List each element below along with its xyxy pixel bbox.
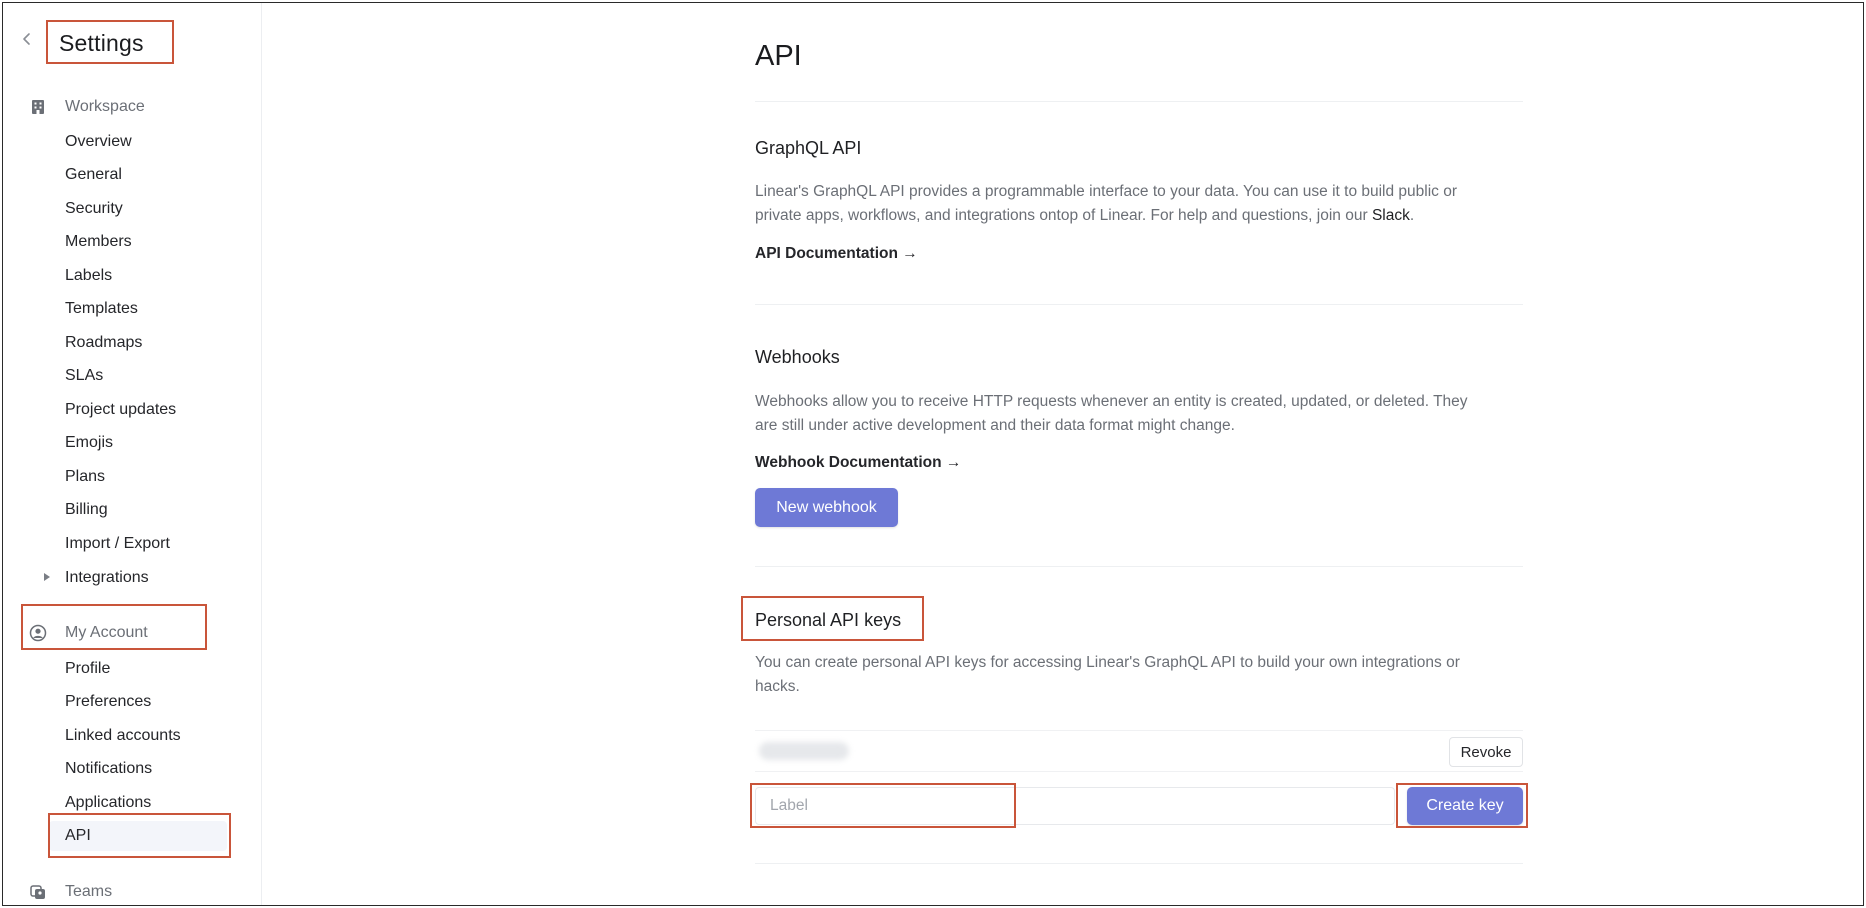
sidebar-item-slas[interactable]: SLAs (49, 361, 227, 391)
teams-header-label: Teams (65, 883, 113, 900)
main-content: API GraphQL API Linear's GraphQL API pro… (262, 3, 1863, 905)
divider (755, 566, 1523, 567)
webhooks-desc-line1: Webhooks allow you to receive HTTP reque… (755, 393, 1468, 410)
settings-title: Settings (59, 30, 144, 56)
app-window: Settings Workspace Overview General Secu… (2, 2, 1864, 906)
webhooks-section-title: Webhooks (755, 347, 840, 367)
sidebar-item-billing[interactable]: Billing (49, 495, 227, 525)
redacted-key-name (759, 742, 849, 760)
new-webhook-button[interactable]: New webhook (755, 488, 898, 527)
divider (755, 101, 1523, 102)
sidebar-item-notifications[interactable]: Notifications (49, 754, 227, 784)
workspace-header-label: Workspace (65, 98, 145, 115)
sidebar-item-integrations[interactable]: Integrations (49, 563, 227, 593)
sidebar-item-general[interactable]: General (49, 160, 227, 190)
graphql-desc-line2: private apps, workflows, and integration… (755, 204, 1525, 228)
create-key-button[interactable]: Create key (1407, 787, 1523, 825)
divider (755, 863, 1523, 864)
revoke-button[interactable]: Revoke (1449, 737, 1523, 767)
personal-keys-description: You can create personal API keys for acc… (755, 651, 1525, 699)
graphql-description: Linear's GraphQL API provides a programm… (755, 180, 1525, 228)
workspace-header: Workspace (29, 95, 145, 119)
graphql-desc-line1: Linear's GraphQL API provides a programm… (755, 183, 1458, 200)
my-account-header-label: My Account (65, 624, 148, 641)
sidebar-item-roadmaps[interactable]: Roadmaps (49, 328, 227, 358)
sidebar-item-overview[interactable]: Overview (49, 127, 227, 157)
sidebar-item-applications[interactable]: Applications (49, 788, 227, 818)
settings-sidebar: Settings Workspace Overview General Secu… (3, 3, 262, 905)
sidebar-item-templates[interactable]: Templates (49, 294, 227, 324)
personal-keys-desc-line1: You can create personal API keys for acc… (755, 654, 1460, 671)
sidebar-item-profile[interactable]: Profile (49, 654, 227, 684)
user-circle-icon (29, 624, 47, 642)
sidebar-item-labels[interactable]: Labels (49, 261, 227, 291)
sidebar-item-project-updates[interactable]: Project updates (49, 395, 227, 425)
graphql-section-title: GraphQL API (755, 138, 862, 158)
sidebar-item-plans[interactable]: Plans (49, 462, 227, 492)
sidebar-item-api[interactable]: API (49, 821, 227, 851)
sidebar-item-import-export[interactable]: Import / Export (49, 529, 227, 559)
my-account-header[interactable]: My Account (29, 621, 148, 645)
sidebar-item-preferences[interactable]: Preferences (49, 687, 227, 717)
building-icon (29, 98, 47, 116)
teams-icon (29, 883, 47, 901)
sidebar-item-security[interactable]: Security (49, 194, 227, 224)
graphql-desc-text: private apps, workflows, and integration… (755, 207, 1372, 224)
webhooks-desc-line2: are still under active development and t… (755, 417, 1235, 434)
divider (755, 304, 1523, 305)
api-key-row: Revoke (755, 730, 1523, 772)
personal-keys-desc-line2: hacks. (755, 678, 800, 695)
webhooks-description: Webhooks allow you to receive HTTP reque… (755, 390, 1525, 438)
sidebar-item-emojis[interactable]: Emojis (49, 428, 227, 458)
graphql-desc-end: . (1409, 207, 1415, 224)
page-title: API (755, 40, 802, 72)
key-label-input[interactable] (755, 787, 1395, 825)
sidebar-item-members[interactable]: Members (49, 227, 227, 257)
chevron-left-icon[interactable] (19, 31, 35, 47)
teams-header[interactable]: Teams (29, 880, 112, 904)
api-documentation-link[interactable]: API Documentation → (755, 245, 918, 263)
webhook-documentation-link[interactable]: Webhook Documentation → (755, 454, 961, 472)
slack-link[interactable]: Slack (1372, 207, 1410, 224)
personal-api-keys-title: Personal API keys (755, 610, 902, 630)
sidebar-item-linked-accounts[interactable]: Linked accounts (49, 721, 227, 751)
